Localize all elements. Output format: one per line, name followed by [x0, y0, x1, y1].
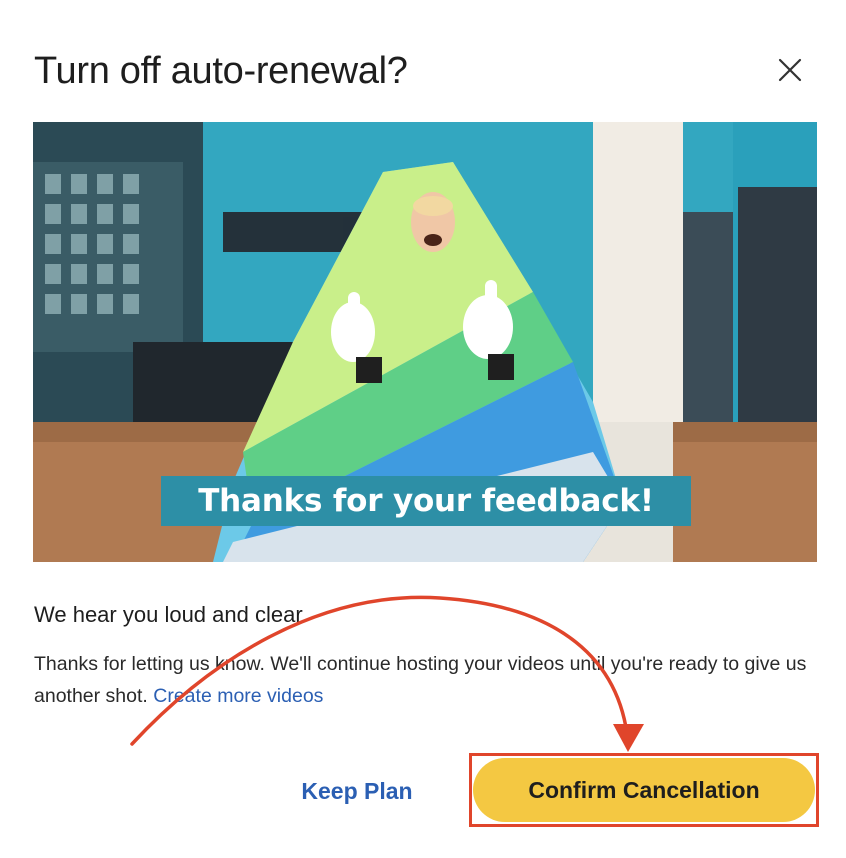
dialog-title: Turn off auto-renewal? [34, 50, 408, 92]
message-body-text: Thanks for letting us know. We'll contin… [34, 653, 807, 707]
keep-plan-button[interactable]: Keep Plan [282, 762, 432, 820]
feedback-hero-image: Thanks for your feedback! [33, 122, 817, 562]
message-heading: We hear you loud and clear [34, 602, 303, 627]
create-more-videos-link[interactable]: Create more videos [153, 685, 323, 707]
message-body: Thanks for letting us know. We'll contin… [34, 648, 824, 712]
close-icon [778, 58, 802, 82]
confirm-cancellation-button[interactable]: Confirm Cancellation [473, 758, 815, 822]
hero-caption: Thanks for your feedback! [161, 476, 691, 526]
close-button[interactable] [770, 52, 810, 92]
